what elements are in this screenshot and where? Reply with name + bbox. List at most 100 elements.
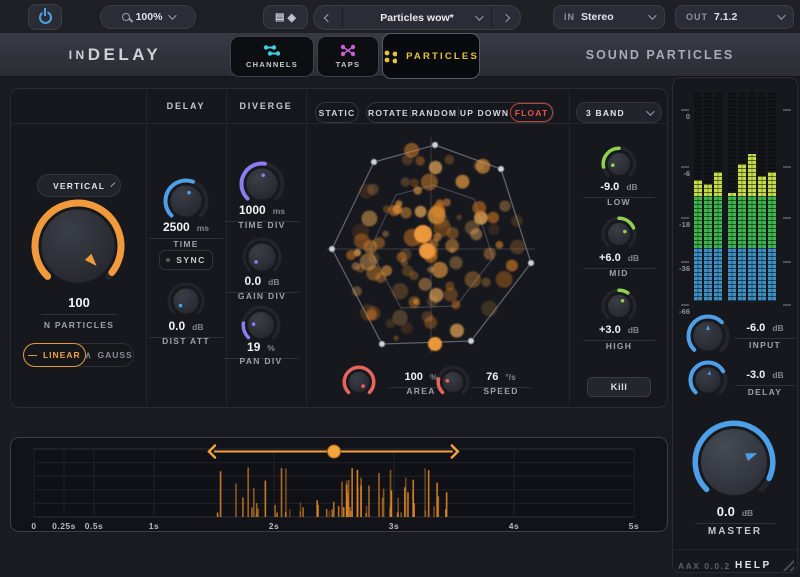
linear-option[interactable]: — LINEAR [23,343,86,367]
help-button[interactable]: HELP [735,560,772,571]
time-div-knob[interactable] [239,161,285,207]
input-format-select[interactable]: IN Stereo [553,5,665,29]
low-band-knob[interactable] [601,146,637,182]
n-particles-knob[interactable] [31,199,125,293]
distribution-value: VERTICAL [53,181,105,191]
distribution-select[interactable]: VERTICAL [37,174,121,197]
low-band-value: -9.0 [600,181,619,193]
linear-gauss-toggle: — LINEAR ∧ GAUSS [23,343,134,367]
power-button[interactable] [28,4,62,30]
n-particles-value: 100 [68,295,90,310]
time-knob[interactable] [163,178,209,224]
time-unit: ms [197,223,209,233]
chevron-down-icon [646,107,654,115]
dist-att-label: DIST ATT [146,336,226,346]
preset-browser-button[interactable]: ▤ ◈ [263,5,308,29]
timeline-panel[interactable]: 00.25s0.5s1s2s3s4s5s [10,437,668,532]
gauss-curve-icon: ∧ [85,350,93,361]
version-text: AAX 0.0.2 [678,561,731,571]
chevron-down-icon [111,182,116,187]
out-value: 7.1.2 [714,11,737,23]
mid-band-value-row: +6.0 dB [583,252,655,269]
output-panel: 0-6-18-36-66 -6.0 dB INPUT -3.0 dB DELAY… [672,77,798,573]
n-particles-value-row: 100 [41,295,117,315]
in-label: IN [564,12,575,22]
kill-button[interactable]: Kill [587,377,651,397]
random-mode-button[interactable]: RANDOM [411,103,458,122]
out-label: OUT [686,12,708,22]
input-gain-knob[interactable] [686,314,730,358]
static-mode-button[interactable]: STATIC [315,102,359,123]
area-knob[interactable] [342,365,376,399]
preset-nav: Particles wow* [313,5,521,30]
particles-main-panel: DELAY DIVERGE VERTICAL 100 N PARTICLES —… [10,88,668,408]
preset-next-button[interactable] [492,6,520,29]
dist-att-value: 0.0 [168,319,185,333]
delay-label: DELAY [735,387,795,397]
high-band-unit: dB [628,325,639,335]
zoom-value: 100% [136,11,163,23]
plugin-window: 100% ▤ ◈ Particles wow* IN Stereo [0,0,800,577]
float-mode-button[interactable]: FLOAT [510,103,553,122]
tab-taps[interactable]: TAPS [317,36,379,77]
zoom-select[interactable]: 100% [100,5,196,29]
motion-mode-group: ROTATE RANDOM UP DOWN FLOAT [366,102,554,123]
pan-div-label: PAN DIV [221,356,301,366]
app-logo: INDELAY [55,33,175,77]
preset-prev-button[interactable] [314,6,342,29]
time-value-row: 2500 ms [149,220,223,239]
brand-logo: SOUND PARTICLES [560,33,760,77]
input-value-row: -6.0 dB [735,322,795,339]
band-count-select[interactable]: 3 BAND [576,102,662,123]
speed-knob[interactable] [436,365,470,399]
master-unit: dB [742,508,753,518]
low-band-label: LOW [579,197,659,207]
diverge-column-header: DIVERGE [226,89,306,123]
tab-particles[interactable]: PARTICLES [382,33,480,79]
dist-att-knob[interactable] [167,282,205,320]
gauss-option[interactable]: ∧ GAUSS [85,344,133,366]
dist-att-unit: dB [192,322,203,332]
tab-taps-label: TAPS [336,60,361,69]
preset-name: Particles wow* [380,12,454,24]
chevron-down-icon [475,12,483,20]
range-center-handle [328,445,341,458]
high-band-value-row: +3.0 dB [583,324,655,341]
master-value: 0.0 [717,504,735,519]
chevron-left-icon [324,13,332,21]
mid-band-unit: dB [628,253,639,263]
mid-band-knob[interactable] [601,216,637,252]
timeline-svg [11,438,667,531]
particle-stage[interactable] [311,129,569,359]
time-label: TIME [146,239,226,249]
resize-grip[interactable] [780,557,794,571]
time-div-value: 1000 [239,203,266,217]
power-icon [39,11,52,24]
preset-select[interactable]: Particles wow* [343,6,491,29]
master-knob[interactable] [692,420,776,504]
chevron-down-icon [169,11,177,19]
linear-icon: — [28,350,38,360]
output-format-select[interactable]: OUT 7.1.2 [675,5,794,29]
high-band-knob[interactable] [601,288,637,324]
chevron-down-icon [648,11,656,19]
delay-value: -3.0 [746,369,765,381]
time-div-label: TIME DIV [222,220,302,230]
pan-div-value: 19 [247,340,260,354]
gain-div-knob[interactable] [242,237,282,277]
gain-div-label: GAIN DIV [222,291,302,301]
library-icon: ▤ [275,12,284,23]
mid-band-label: MID [579,268,659,278]
time-value: 2500 [163,220,190,234]
low-band-unit: dB [626,182,637,192]
delay-gain-knob[interactable] [688,360,728,400]
updown-mode-button[interactable]: UP DOWN [459,103,510,122]
pan-div-knob[interactable] [241,305,281,345]
sync-button[interactable]: SYNC [159,250,213,270]
chevron-right-icon [502,13,510,21]
tab-channels[interactable]: CHANNELS [230,36,314,77]
in-value: Stereo [581,11,614,23]
master-label: MASTER [685,526,785,537]
rotate-mode-button[interactable]: ROTATE [367,103,410,122]
band-count-value: 3 BAND [586,108,625,118]
